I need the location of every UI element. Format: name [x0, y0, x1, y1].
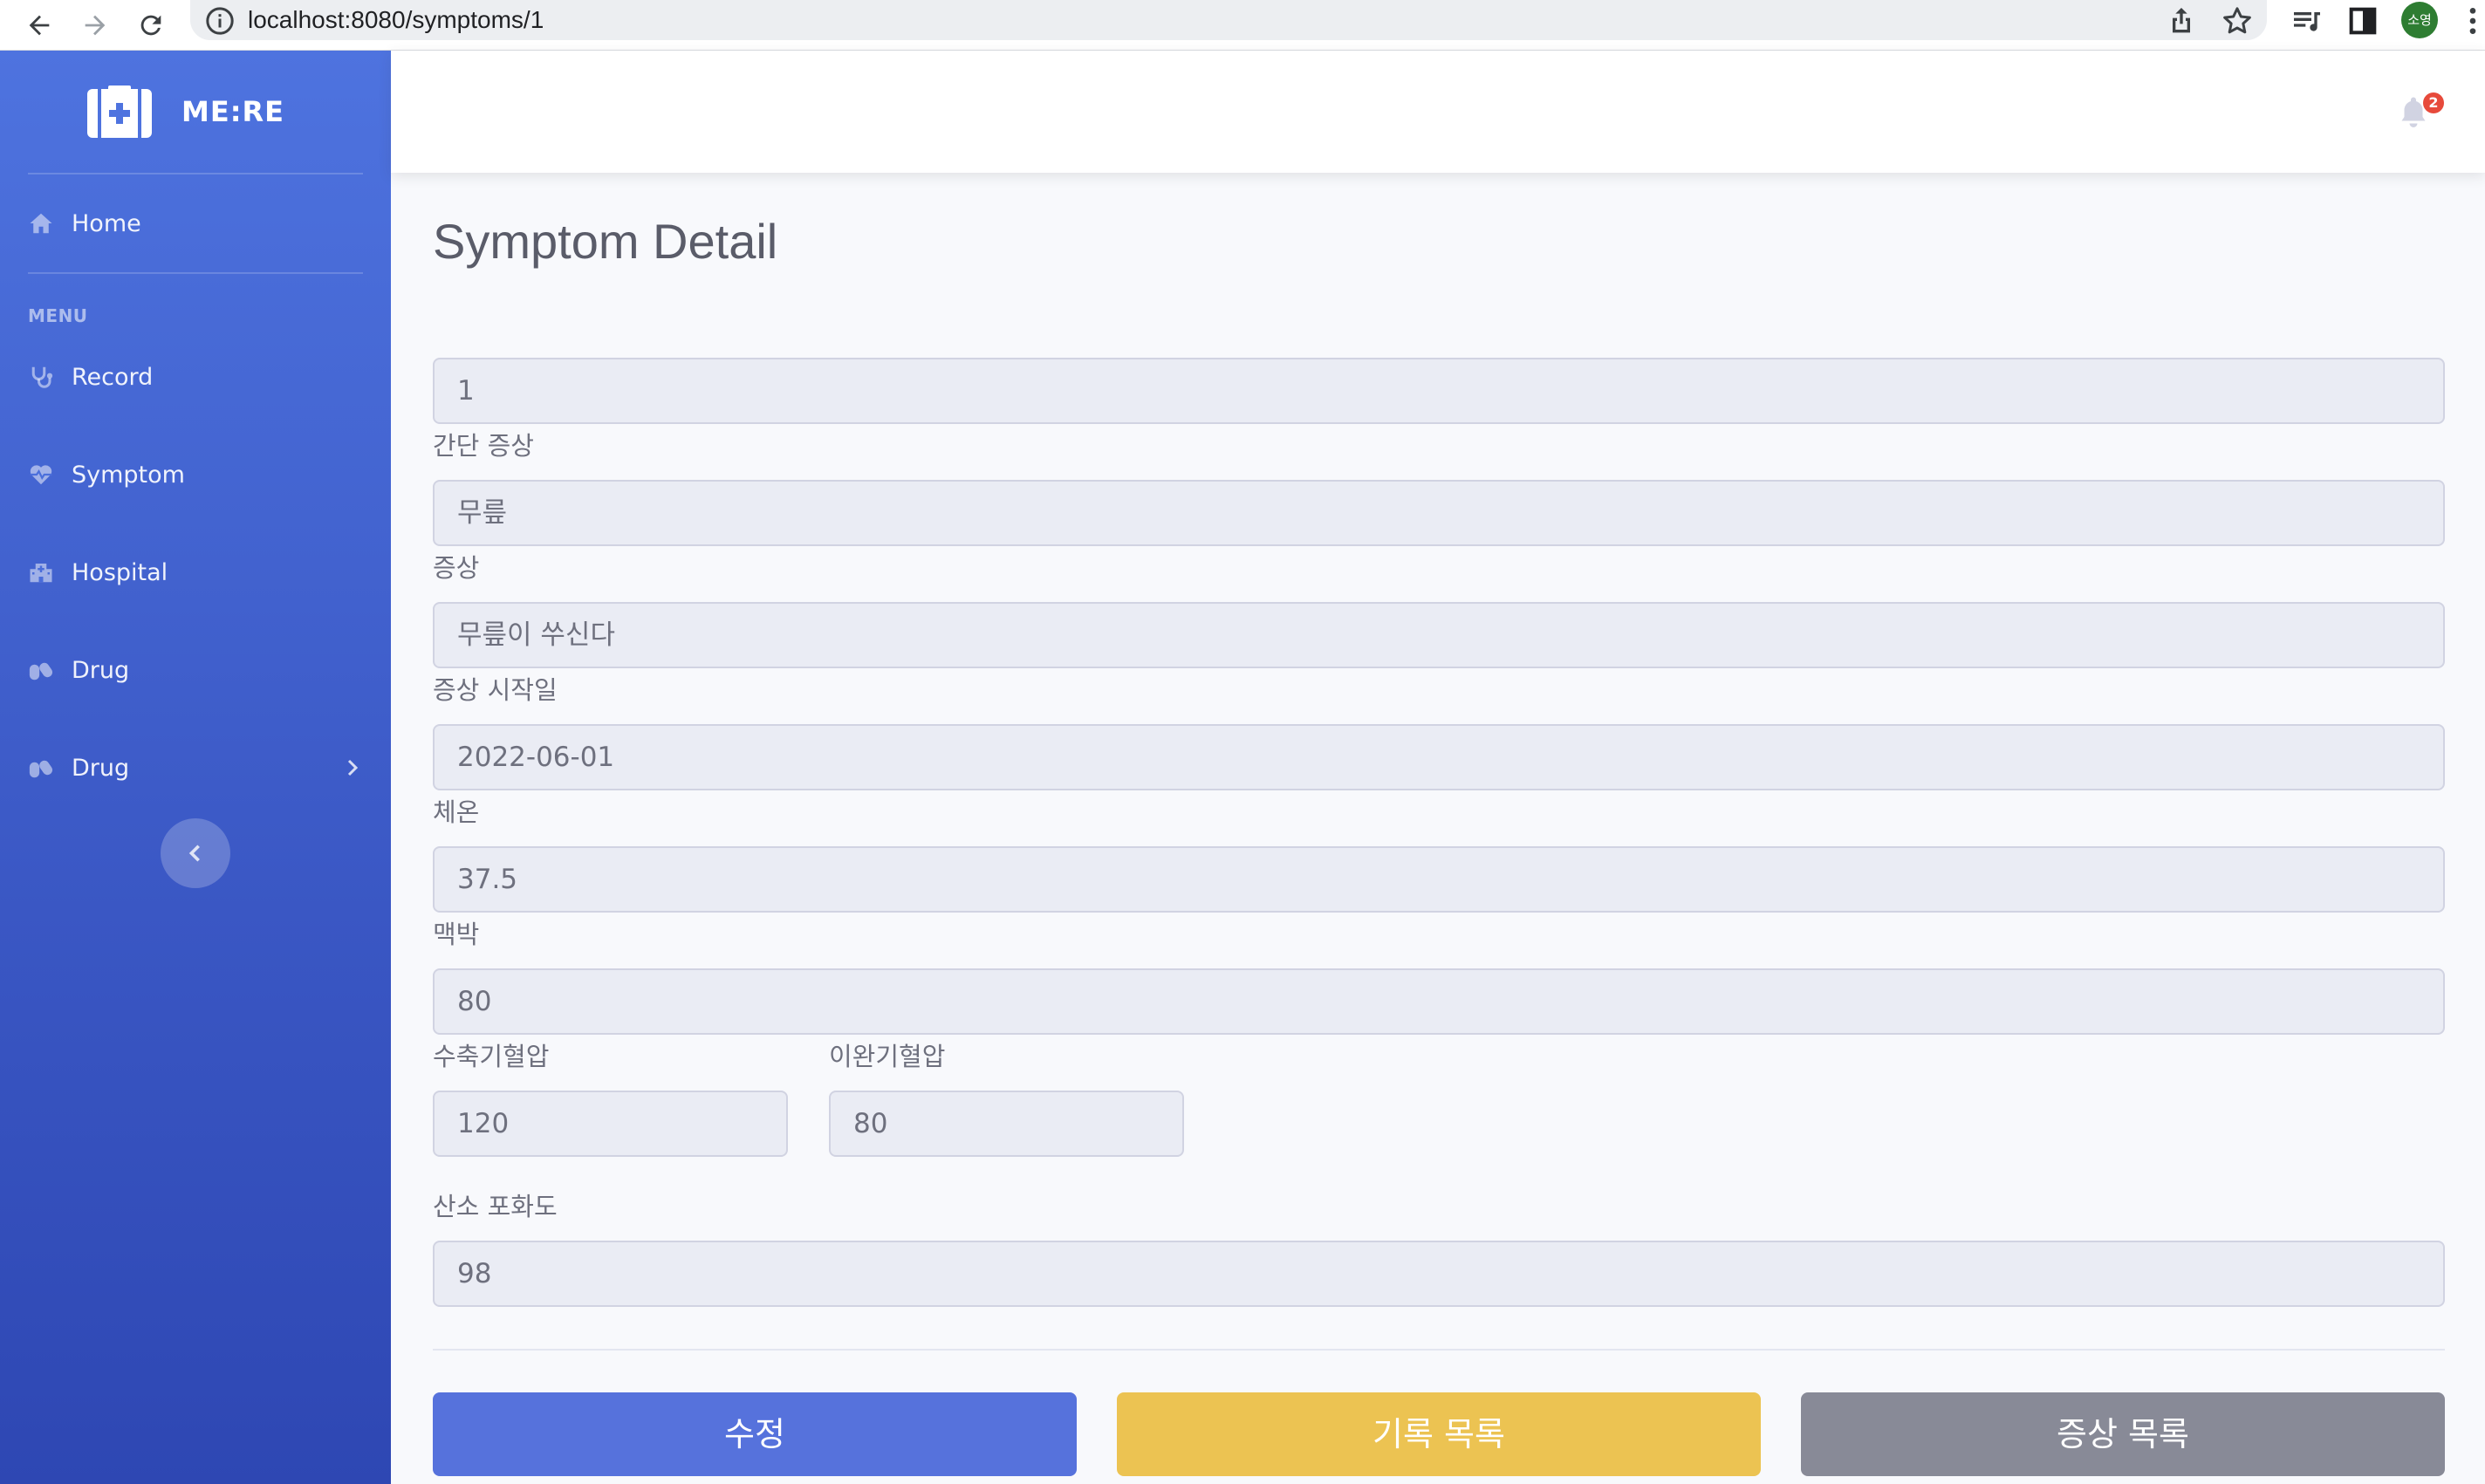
sidebar-toggle-button[interactable] — [161, 818, 230, 888]
brand-name: ME:RE — [181, 95, 284, 128]
site-info-icon[interactable] — [202, 3, 237, 38]
sidebar-item-label: Symptom — [72, 461, 185, 489]
topbar — [391, 51, 2485, 173]
record-list-button[interactable]: 기록 목록 — [1117, 1392, 1761, 1476]
side-panel-icon[interactable] — [2345, 3, 2380, 38]
pulse-field[interactable]: 80 — [433, 968, 2445, 1035]
sidebar-item-drug[interactable]: Drug — [28, 646, 363, 694]
more-options-icon[interactable] — [2466, 3, 2480, 38]
sidebar-heading-menu: MENU — [28, 305, 88, 326]
chevron-left-icon — [188, 845, 200, 862]
sidebar-item-label: Drug — [72, 754, 130, 782]
hospital-icon — [30, 564, 52, 583]
sidebar-item-drug-collapsible[interactable]: Drug — [28, 743, 363, 792]
sidebar-divider — [28, 272, 363, 274]
sidebar-item-label: Drug — [72, 656, 130, 684]
symptom-list-button[interactable]: 증상 목록 — [1801, 1392, 2445, 1476]
oxygen-saturation-label: 산소 포화도 — [433, 1192, 558, 1221]
diastolic-field[interactable]: 80 — [829, 1091, 1184, 1157]
bookmark-star-icon[interactable] — [2220, 3, 2255, 38]
diastolic-label: 이완기혈압 — [829, 1042, 946, 1071]
pulse-label: 맥박 — [433, 920, 480, 949]
sidebar-item-label: Record — [72, 363, 154, 391]
browser-toolbar: localhost:8080/symptoms/1 소영 — [0, 0, 2485, 51]
systolic-field[interactable]: 120 — [433, 1091, 788, 1157]
back-icon[interactable] — [17, 3, 61, 47]
temperature-label: 체온 — [433, 797, 480, 827]
notification-count-badge: 2 — [2423, 92, 2444, 113]
brief-symptom-field[interactable]: 무릎 — [433, 480, 2445, 546]
capsules-icon — [29, 760, 53, 778]
sidebar-item-hospital[interactable]: Hospital — [28, 548, 363, 597]
sidebar-item-symptom[interactable]: Symptom — [28, 450, 363, 499]
sidebar-item-home[interactable]: Home — [28, 199, 363, 248]
profile-avatar[interactable]: 소영 — [2401, 2, 2438, 38]
share-icon[interactable] — [2164, 3, 2199, 38]
sidebar-item-record[interactable]: Record — [28, 352, 363, 401]
systolic-label: 수축기혈압 — [433, 1042, 550, 1071]
id-field[interactable]: 1 — [433, 358, 2445, 424]
oxygen-saturation-field[interactable]: 98 — [433, 1241, 2445, 1307]
symptom-field[interactable]: 무릎이 쑤신다 — [433, 602, 2445, 668]
reload-icon[interactable] — [129, 3, 173, 47]
brief-symptom-label: 간단 증상 — [433, 431, 534, 461]
form-divider — [433, 1349, 2445, 1351]
heartbeat-icon — [30, 465, 52, 485]
address-url[interactable]: localhost:8080/symptoms/1 — [248, 3, 544, 37]
chevron-right-icon — [347, 759, 359, 776]
start-date-field[interactable]: 2022-06-01 — [433, 724, 2445, 790]
sidebar-item-label: Home — [72, 209, 141, 237]
start-date-label: 증상 시작일 — [433, 675, 558, 705]
edit-button[interactable]: 수정 — [433, 1392, 1077, 1476]
sidebar-divider — [28, 173, 363, 174]
forward-icon[interactable] — [73, 3, 117, 47]
temperature-field[interactable]: 37.5 — [433, 846, 2445, 913]
stethoscope-icon — [31, 366, 53, 388]
sidebar-item-label: Hospital — [72, 558, 168, 586]
capsules-icon — [29, 662, 53, 680]
page-title: Symptom Detail — [433, 214, 778, 269]
brand[interactable]: ME:RE — [87, 85, 284, 138]
sidebar: ME:RE Home MENU Record Symptom Hospital … — [0, 51, 391, 1484]
medical-kit-icon — [87, 85, 152, 138]
symptom-label: 증상 — [433, 553, 480, 583]
home-icon — [30, 213, 52, 234]
reading-list-icon[interactable] — [2290, 3, 2324, 38]
